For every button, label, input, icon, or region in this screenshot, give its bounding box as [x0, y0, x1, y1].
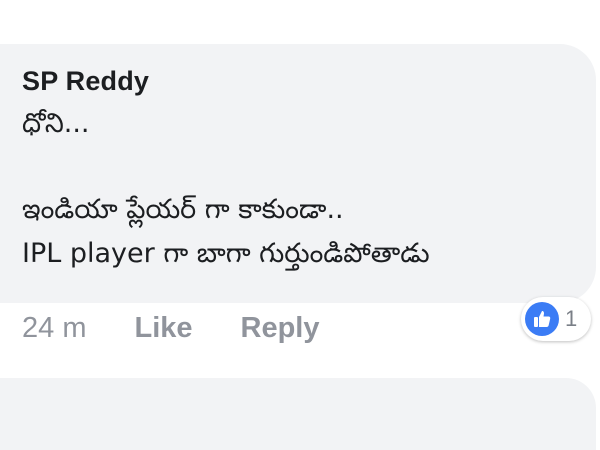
reaction-count: 1	[565, 306, 578, 331]
comment-timestamp[interactable]: 24 m	[22, 312, 86, 345]
next-comment-bubble	[0, 378, 596, 450]
comment-author[interactable]: SP Reddy	[22, 64, 596, 98]
comment-bubble: SP Reddy ధోని... ఇండియా ప్లేయర్ గా కాకుం…	[0, 44, 596, 303]
comment-actions: 24 m Like Reply	[22, 306, 320, 350]
comment-text-line: ధోని...	[22, 108, 90, 139]
reply-button[interactable]: Reply	[241, 312, 320, 345]
comment-thread: SP Reddy ధోని... ఇండియా ప్లేయర్ గా కాకుం…	[0, 0, 600, 450]
reaction-summary[interactable]: 1	[521, 297, 591, 341]
comment-text-line: ఇండియా ప్లేయర్ గా కాకుండా..	[22, 194, 344, 225]
like-button[interactable]: Like	[134, 312, 192, 345]
comment-text-line: IPL player గా బాగా గుర్తుండిపోతాడు	[22, 238, 430, 269]
thumbs-up-icon	[525, 302, 559, 336]
